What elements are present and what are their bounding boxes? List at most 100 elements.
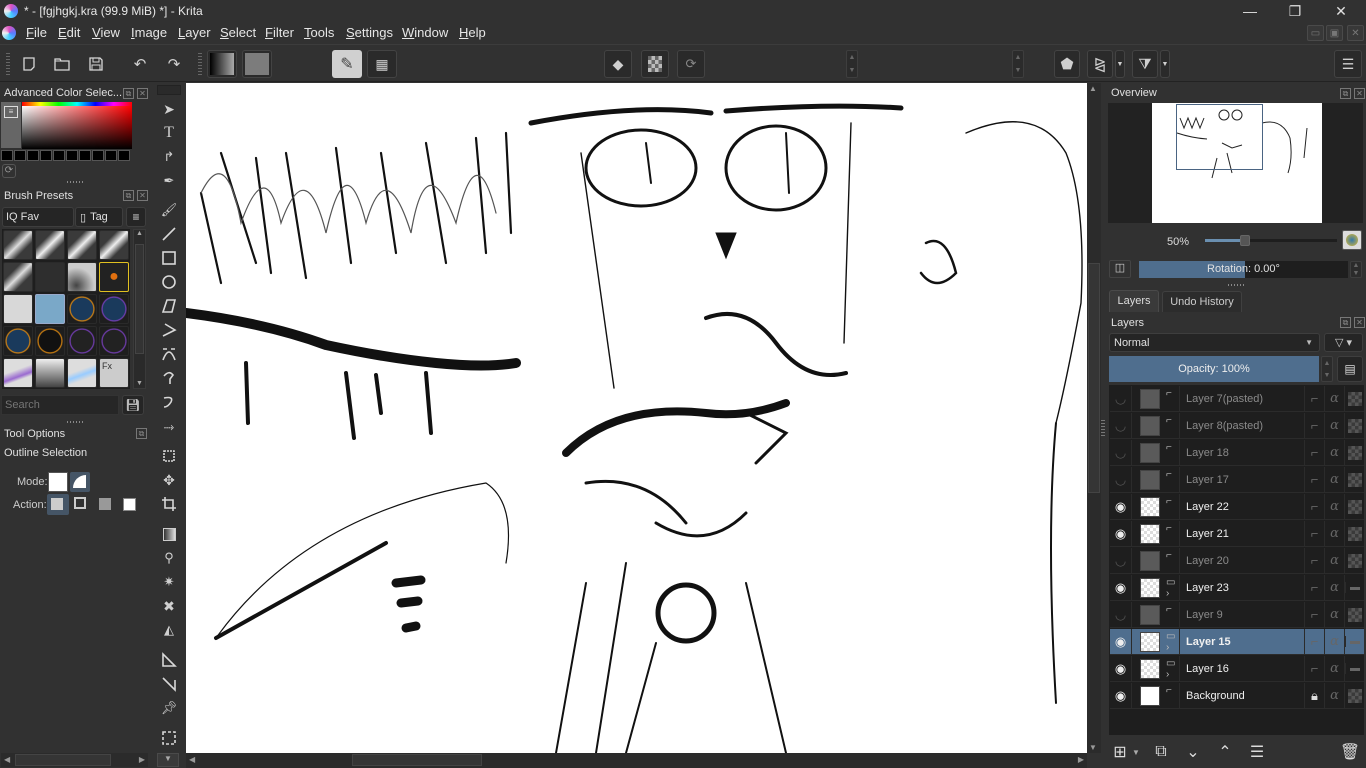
visibility-toggle[interactable]: ◉ <box>1110 493 1132 520</box>
visibility-toggle[interactable]: ◉ <box>1110 574 1132 601</box>
minimize-button[interactable]: — <box>1227 0 1273 22</box>
brush-preset-item[interactable] <box>3 358 33 388</box>
brush-preset-item[interactable] <box>3 262 33 292</box>
alpha-lock-icon[interactable]: α <box>1324 682 1344 709</box>
group-layer-icon[interactable]: ▭ › <box>1166 574 1180 601</box>
tag-button[interactable]: ▯ Tag <box>75 207 123 227</box>
menu-file[interactable]: File <box>26 25 47 40</box>
layer-properties-button[interactable]: ▤ <box>1337 356 1363 382</box>
pattern-selector-button[interactable] <box>242 50 272 78</box>
gradient-tool[interactable] <box>155 523 183 545</box>
mirror-vertical-button[interactable]: ⧩ <box>1132 50 1158 78</box>
preset-tag-select[interactable]: IQ Fav <box>2 207 74 227</box>
alpha-lock-icon[interactable]: α <box>1324 574 1344 601</box>
move-layer-down-button[interactable]: ⌄ <box>1183 742 1203 762</box>
select-shapes-tool[interactable]: ➤ <box>155 98 183 120</box>
layer-name[interactable]: Layer 18 <box>1180 447 1304 459</box>
lock-open-icon[interactable]: ⌐ <box>1304 466 1324 493</box>
close-docker-icon[interactable]: ✕ <box>1354 88 1365 99</box>
lock-open-icon[interactable]: ⌐ <box>1304 493 1324 520</box>
brush-search-input[interactable] <box>1 395 119 415</box>
settings-list-icon[interactable]: ≡ <box>4 106 18 118</box>
layer-row[interactable]: ◉ ▭ › Layer 23 ⌐ α ▬ <box>1110 574 1364 601</box>
group-layer-icon[interactable]: ▭ › <box>1166 655 1180 682</box>
canvas-mirror-button[interactable]: ◫ <box>1109 260 1131 278</box>
scroll-down-icon[interactable]: ▼ <box>1089 743 1097 752</box>
canvas-hscroll-thumb[interactable] <box>352 754 482 766</box>
layer-row[interactable]: ◡ ⌐ Layer 18 ⌐ α <box>1110 439 1364 466</box>
brush-preset-item[interactable] <box>67 294 97 324</box>
brush-preset-button[interactable]: ✎ <box>332 50 362 78</box>
new-document-button[interactable] <box>17 50 41 78</box>
alpha-lock-icon[interactable]: α <box>1324 520 1344 547</box>
preserve-alpha-button[interactable] <box>641 50 669 78</box>
add-layer-dropdown[interactable]: ▼ <box>1131 742 1141 762</box>
visibility-toggle[interactable]: ◡ <box>1110 466 1132 493</box>
color-picker-tool[interactable]: ⚲ <box>155 547 183 569</box>
duplicate-layer-button[interactable]: ⧉ <box>1151 742 1171 762</box>
brush-preset-item[interactable]: ● <box>99 262 129 292</box>
scroll-down-icon[interactable]: ▼ <box>134 380 145 387</box>
menu-edit[interactable]: Edit <box>58 25 80 40</box>
lock-open-icon[interactable]: ⌐ <box>1304 520 1324 547</box>
layer-name[interactable]: Layer 7(pasted) <box>1180 393 1304 405</box>
mirror-vertical-dropdown[interactable]: ▼ <box>1160 50 1170 78</box>
float-docker-icon[interactable]: ⧉ <box>1340 317 1351 328</box>
zoom-slider-handle[interactable] <box>1240 235 1250 246</box>
freehand-path-tool[interactable] <box>155 367 183 389</box>
inherit-alpha-icon[interactable] <box>1344 439 1364 466</box>
pass-through-icon[interactable]: ▬ <box>1344 628 1364 655</box>
color-swatch[interactable] <box>79 150 91 161</box>
brush-preset-item[interactable] <box>35 358 65 388</box>
layer-name[interactable]: Layer 8(pasted) <box>1180 420 1304 432</box>
menu-layer[interactable]: Layer <box>178 25 211 40</box>
layer-blend-mode-select[interactable]: Normal ▼ <box>1109 333 1320 352</box>
menu-view[interactable]: View <box>92 25 120 40</box>
mdi-minimize-button[interactable]: ▭ <box>1307 25 1324 41</box>
mdi-close-button[interactable]: ✕ <box>1347 25 1364 41</box>
refresh-colors-button[interactable]: ⟳ <box>2 164 16 178</box>
canvas-vscroll-thumb[interactable] <box>1088 263 1100 493</box>
layer-name[interactable]: Layer 22 <box>1180 501 1304 513</box>
scrollbar-thumb[interactable] <box>15 754 111 766</box>
lock-open-icon[interactable]: ⌐ <box>1304 601 1324 628</box>
brush-preset-item[interactable] <box>67 262 97 292</box>
menu-select[interactable]: Select <box>220 25 256 40</box>
alpha-lock-icon[interactable]: α <box>1324 628 1344 655</box>
brush-preset-item[interactable] <box>3 326 33 356</box>
action-add-button[interactable] <box>71 494 93 515</box>
color-picker-area[interactable] <box>22 102 132 149</box>
mirror-horizontal-dropdown[interactable]: ▼ <box>1115 50 1125 78</box>
layer-row[interactable]: ◡ ⌐ Layer 9 ⌐ α <box>1110 601 1364 628</box>
overview-thumbnail[interactable] <box>1152 103 1322 223</box>
crop-tool[interactable] <box>155 493 183 515</box>
saturation-value-square[interactable] <box>22 106 132 149</box>
float-docker-icon[interactable]: ⧉ <box>1340 88 1351 99</box>
undo-button[interactable]: ↶ <box>128 50 152 78</box>
scroll-left-icon[interactable]: ◀ <box>4 755 10 764</box>
layer-row[interactable]: ◉ ⌐ Background 🔒︎ α <box>1110 682 1364 709</box>
dynamic-brush-tool[interactable] <box>155 391 183 413</box>
inherit-alpha-icon[interactable] <box>1344 547 1364 574</box>
move-layer-up-button[interactable]: ⌃ <box>1215 742 1235 762</box>
layer-name[interactable]: Layer 21 <box>1180 528 1304 540</box>
layer-name[interactable]: Layer 9 <box>1180 609 1304 621</box>
menu-tools[interactable]: Tools <box>304 25 334 40</box>
layer-properties-sliders-button[interactable]: ☰ <box>1247 742 1267 762</box>
alpha-lock-icon[interactable]: α <box>1324 655 1344 682</box>
lock-open-icon[interactable]: ⌐ <box>1304 412 1324 439</box>
measure-tool[interactable] <box>155 649 183 671</box>
alpha-lock-icon[interactable]: α <box>1324 547 1344 574</box>
layer-row[interactable]: ◉ ⌐ Layer 22 ⌐ α <box>1110 493 1364 520</box>
action-subtract-button[interactable] <box>95 494 117 515</box>
move-tool[interactable]: ✥ <box>155 469 183 491</box>
layer-name[interactable]: Layer 15 <box>1180 636 1304 648</box>
smart-patch-tool[interactable]: ✷ <box>155 571 183 593</box>
lock-open-icon[interactable]: ⌐ <box>1304 574 1324 601</box>
color-swatch[interactable] <box>14 150 26 161</box>
mdi-restore-button[interactable]: ▣ <box>1326 25 1343 41</box>
reference-images-tool[interactable]: 📌︎ <box>155 697 183 719</box>
preset-view-options-button[interactable]: ≡ <box>126 207 146 227</box>
scroll-up-icon[interactable]: ▲ <box>134 230 145 237</box>
brush-preset-item[interactable] <box>67 230 97 260</box>
